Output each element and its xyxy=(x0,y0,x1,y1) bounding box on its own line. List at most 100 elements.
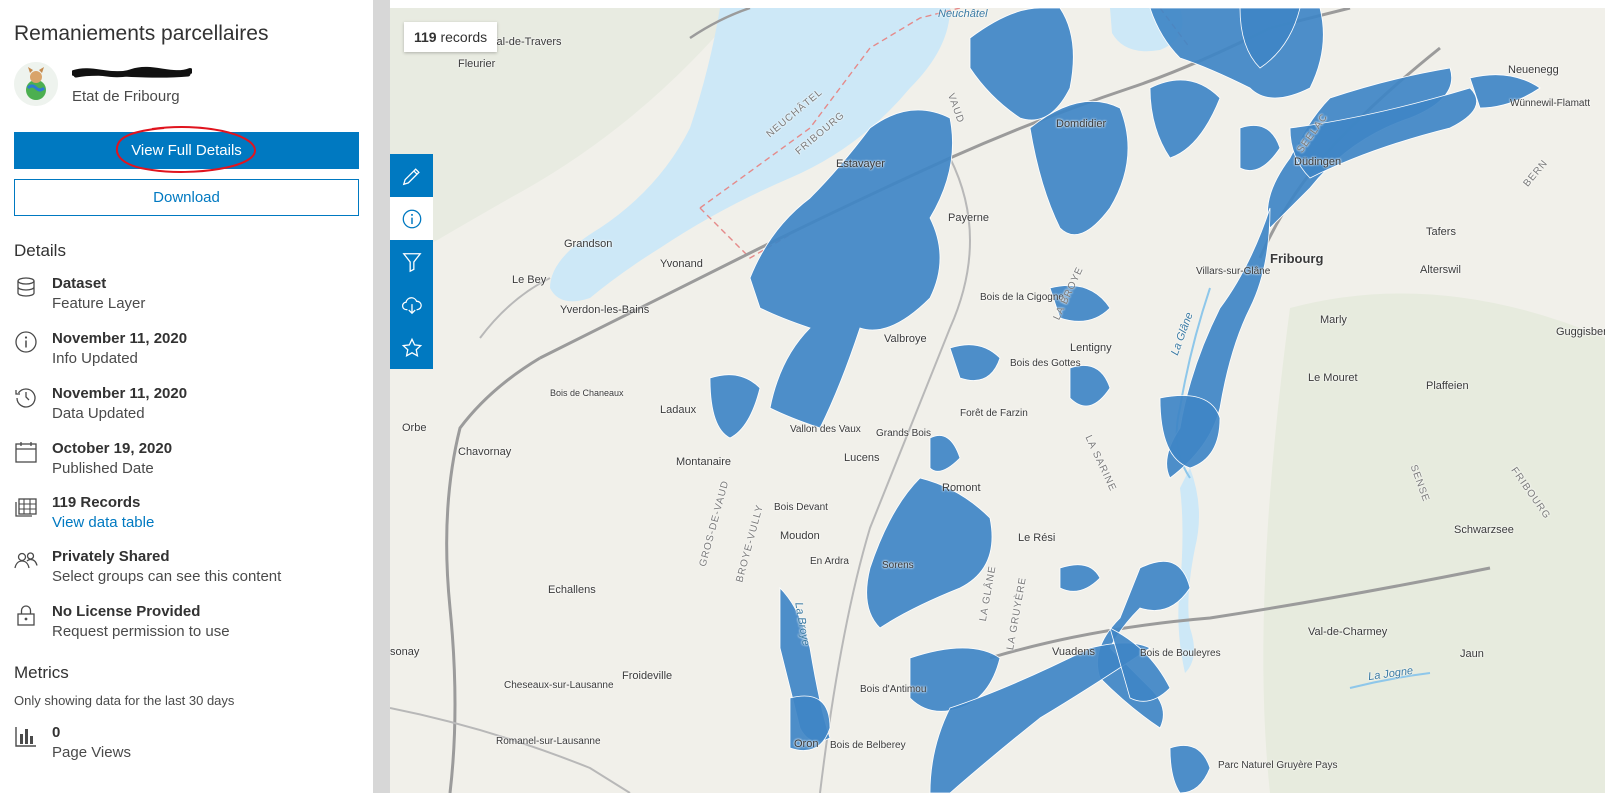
metric-page-views: 0 Page Views xyxy=(14,724,364,768)
favorite-tool-button[interactable] xyxy=(390,326,433,369)
detail-data-updated: November 11, 2020 Data Updated xyxy=(14,385,364,429)
edit-tool-button[interactable] xyxy=(390,154,433,197)
records-count-label: records xyxy=(440,29,488,45)
map-label: Domdidier xyxy=(1056,118,1107,130)
detail-title: November 11, 2020 xyxy=(52,330,188,347)
map-label: Valbroye xyxy=(884,333,927,345)
map-label: Montanaire xyxy=(676,456,732,468)
map-label: Le Rési xyxy=(1018,532,1056,544)
star-icon xyxy=(401,337,422,357)
map-label: Echallens xyxy=(548,584,596,596)
map-label: Moudon xyxy=(780,530,820,542)
download-button[interactable]: Download xyxy=(14,179,359,216)
map-label: Villars-sur-Glâne xyxy=(1196,266,1271,277)
calendar-icon xyxy=(14,440,38,464)
globe-avatar-icon xyxy=(14,62,58,106)
download-tool-button[interactable] xyxy=(390,283,433,326)
map-label: Val-de-Charmey xyxy=(1308,626,1388,638)
map-label: Guggisberg xyxy=(1556,326,1605,338)
records-count-value: 119 xyxy=(414,29,437,45)
records-count-badge: 119 records xyxy=(404,22,498,52)
map-label: Parc Naturel Gruyère Pays xyxy=(1218,760,1338,771)
map-label: Payerne xyxy=(948,212,989,224)
info-icon xyxy=(402,209,421,228)
owner-name-redacted xyxy=(72,66,192,78)
map-label: Oron xyxy=(794,738,819,750)
map-label: Val-de-Travers xyxy=(490,36,562,48)
detail-subtitle: Request permission to use xyxy=(52,623,230,640)
map-label: Yverdon-les-Bains xyxy=(560,304,650,316)
map-label: Ladaux xyxy=(660,404,697,416)
basemap xyxy=(390,8,1605,793)
metrics-note: Only showing data for the last 30 days xyxy=(14,693,235,708)
map-label: Plaffeien xyxy=(1426,380,1469,392)
owner-organization: Etat de Fribourg xyxy=(72,88,180,105)
map-label: Orbe xyxy=(402,422,427,434)
map-view[interactable]: Neuchâtel Val-de-Travers Fleurier NEUCHÂ… xyxy=(390,8,1605,793)
detail-title: No License Provided xyxy=(52,603,201,620)
database-icon xyxy=(14,275,38,299)
detail-subtitle: Info Updated xyxy=(52,350,138,367)
detail-subtitle: Select groups can see this content xyxy=(52,568,282,585)
detail-subtitle: Feature Layer xyxy=(52,295,146,312)
map-label: Bois de la Cigogne xyxy=(980,292,1064,303)
map-label: Jaun xyxy=(1460,648,1484,660)
map-label: Marly xyxy=(1320,314,1347,326)
bar-chart-icon xyxy=(14,724,38,748)
map-label: Le Mouret xyxy=(1308,372,1358,384)
detail-title: October 19, 2020 xyxy=(52,440,173,457)
lock-icon xyxy=(14,603,38,627)
map-label: Neuchâtel xyxy=(938,8,988,20)
map-label: Bois de Chaneaux xyxy=(550,388,624,398)
view-full-details-button[interactable]: View Full Details xyxy=(14,132,359,169)
map-label: Le Bey xyxy=(512,274,547,286)
map-label: Tafers xyxy=(1426,226,1456,238)
info-tool-button[interactable] xyxy=(390,197,433,240)
detail-license: No License Provided Request permission t… xyxy=(14,603,364,647)
map-label: Chavornay xyxy=(458,446,512,458)
detail-records: 119 Records View data table xyxy=(14,494,364,538)
map-label: Düdingen xyxy=(1294,156,1342,168)
map-label: En Ardra xyxy=(810,556,849,567)
detail-title: November 11, 2020 xyxy=(52,385,188,402)
filter-tool-button[interactable] xyxy=(390,240,433,283)
map-label: Alterswil xyxy=(1420,264,1461,276)
map-label: Romont xyxy=(942,482,981,494)
map-label: Vallon des Vaux xyxy=(790,424,861,435)
detail-subtitle: Data Updated xyxy=(52,405,145,422)
map-label: Yvonand xyxy=(660,258,703,270)
map-label: Neuenegg xyxy=(1508,64,1559,76)
details-heading: Details xyxy=(14,241,66,260)
map-label: Bois Devant xyxy=(774,502,828,513)
map-label: Grands Bois xyxy=(876,428,932,439)
detail-title: Privately Shared xyxy=(52,548,170,565)
map-label: Fribourg xyxy=(1270,251,1324,266)
item-details-panel: Remaniements parcellaires Etat de Fribou… xyxy=(0,0,373,793)
map-label: Romanel-sur-Lausanne xyxy=(496,736,601,747)
records-count: 119 Records xyxy=(52,494,141,511)
map-label: Bois de Bouleyres xyxy=(1140,648,1221,659)
map-label: Cheseaux-sur-Lausanne xyxy=(504,680,614,691)
map-label: Sorens xyxy=(882,560,914,571)
info-icon xyxy=(14,330,38,354)
map-label: Wünnewil-Flamatt xyxy=(1510,98,1591,109)
map-label: Grandson xyxy=(564,238,613,250)
map-label: Bois des Gottes xyxy=(1010,358,1081,369)
map-toolbar xyxy=(390,154,433,369)
detail-dataset: Dataset Feature Layer xyxy=(14,275,364,319)
page-views-label: Page Views xyxy=(52,744,131,761)
panel-scrollbar[interactable] xyxy=(373,0,390,793)
map-label: Forêt de Farzin xyxy=(960,408,1028,419)
users-icon xyxy=(14,548,38,572)
history-icon xyxy=(14,385,38,409)
map-label: Lucens xyxy=(844,452,880,464)
owner-avatar[interactable] xyxy=(14,62,58,106)
page-title: Remaniements parcellaires xyxy=(14,22,269,45)
edit-icon xyxy=(402,167,420,185)
map-label: Estavayer xyxy=(836,158,885,170)
view-data-table-link[interactable]: View data table xyxy=(52,514,154,531)
detail-sharing: Privately Shared Select groups can see t… xyxy=(14,548,364,592)
table-icon xyxy=(14,494,38,518)
page-views-value: 0 xyxy=(52,724,61,741)
map-label: Bois d'Antimou xyxy=(860,684,927,695)
